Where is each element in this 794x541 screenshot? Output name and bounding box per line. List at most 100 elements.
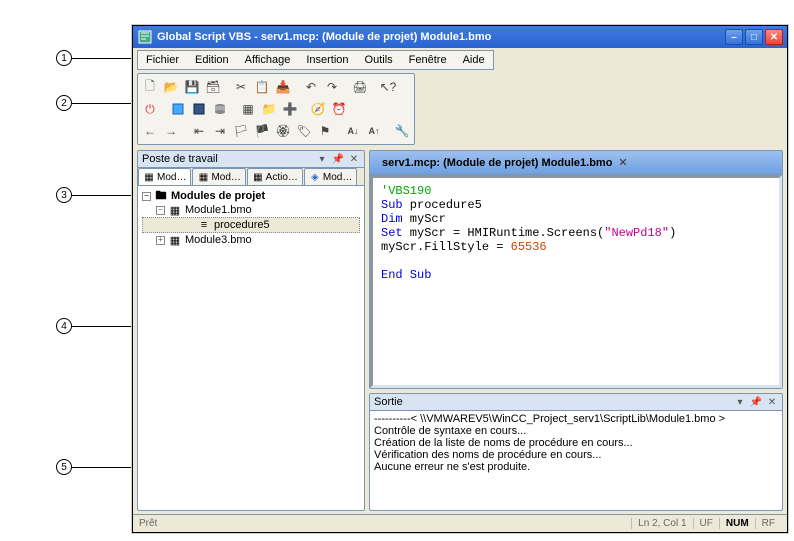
tree-root[interactable]: − 🖿 Modules de projet [142, 189, 360, 203]
workspace-title-label: Poste de travail [142, 153, 218, 165]
status-rf: RF [755, 518, 781, 529]
ab2-icon[interactable]: A↑ [364, 121, 384, 141]
workspace-tabs: ▦Mod… ▦Mod… ▦Actio… ◈Mod… [138, 168, 364, 186]
menu-edit[interactable]: Edition [187, 52, 237, 68]
compass-icon[interactable]: 🧭 [308, 99, 328, 119]
app-window: Global Script VBS - serv1.mcp: (Module d… [132, 25, 788, 533]
module-icon: ▦ [168, 204, 182, 216]
db-icon[interactable] [210, 99, 230, 119]
output-title: Sortie ▾ 📌 ✕ [370, 394, 782, 411]
status-ready: Prêt [139, 518, 157, 529]
toolbar-row-1: 🗋 📂 💾 🗃 ✂ 📋 📥 ↶ ↷ 🖨 ↖? [140, 76, 412, 98]
module-icon: ▦ [168, 234, 182, 246]
flag-c-icon[interactable]: 🏵 [273, 121, 293, 141]
tab-mod-2[interactable]: ▦Mod… [192, 168, 245, 185]
table-icon[interactable]: ▦ [238, 99, 258, 119]
editor-tab-label: serv1.mcp: (Module de projet) Module1.bm… [382, 157, 612, 169]
code-line: ) [669, 226, 676, 240]
menu-insert[interactable]: Insertion [298, 52, 356, 68]
tab-mod-3[interactable]: ◈Mod… [304, 168, 357, 185]
copy-icon[interactable]: 📋 [252, 77, 272, 97]
tree-collapse-icon[interactable]: − [156, 206, 165, 215]
tree-item-procedure5[interactable]: ≡ procedure5 [142, 217, 360, 233]
new-icon[interactable]: 🗋 [140, 77, 160, 97]
open-icon[interactable]: 📂 [161, 77, 181, 97]
tree-item-module1[interactable]: − ▦ Module1.bmo [142, 203, 360, 217]
help-cursor-icon[interactable]: ↖? [378, 77, 398, 97]
cut-icon[interactable]: ✂ [231, 77, 251, 97]
exit-icon[interactable]: ⏻ [140, 99, 160, 119]
dropdown-icon[interactable]: ▾ [734, 396, 746, 408]
flag-a-icon[interactable]: 🏳 [231, 121, 251, 141]
output-line: Contrôle de syntaxe en cours... [374, 425, 526, 437]
save-icon[interactable]: 💾 [182, 77, 202, 97]
ab1-icon[interactable]: A↓ [343, 121, 363, 141]
callout-1: 1 [56, 50, 72, 66]
tree-item-module3[interactable]: + ▦ Module3.bmo [142, 233, 360, 247]
menu-window[interactable]: Fenêtre [401, 52, 455, 68]
menu-tools[interactable]: Outils [357, 52, 401, 68]
toolbar-row-2: ⏻ ▦ 📁 ➕ 🧭 ⏰ [140, 98, 412, 120]
arrow-left-icon[interactable]: ← [140, 121, 160, 141]
close-button[interactable]: ✕ [765, 29, 783, 45]
statusbar: Prêt Ln 2, Col 1 UF NUM RF [133, 514, 787, 532]
tree-collapse-icon[interactable]: − [142, 192, 151, 201]
folder-plus-icon[interactable]: ➕ [280, 99, 300, 119]
output-line: Aucune erreur ne s'est produite. [374, 461, 530, 473]
output-line: Création de la liste de noms de procédur… [374, 437, 633, 449]
tab-actions[interactable]: ▦Actio… [247, 168, 303, 185]
status-num: NUM [719, 518, 755, 529]
outdent-icon[interactable]: ⇤ [189, 121, 209, 141]
flag-b-icon[interactable]: 🏴 [252, 121, 272, 141]
save-all-icon[interactable]: 🗃 [203, 77, 223, 97]
code-line: "NewPd18" [604, 226, 669, 240]
box-blue-icon[interactable] [168, 99, 188, 119]
undo-icon[interactable]: ↶ [301, 77, 321, 97]
arrow-right-icon[interactable]: → [161, 121, 181, 141]
clock-icon[interactable]: ⏰ [329, 99, 349, 119]
indent-icon[interactable]: ⇥ [210, 121, 230, 141]
dropdown-icon[interactable]: ▾ [316, 153, 328, 165]
status-position: Ln 2, Col 1 [631, 518, 692, 529]
tree-expand-icon[interactable]: + [156, 236, 165, 245]
flag-e-icon[interactable]: ⚑ [315, 121, 335, 141]
output-panel: Sortie ▾ 📌 ✕ ----------< \\VMWAREV5\WinC… [369, 393, 783, 511]
editor-tab[interactable]: serv1.mcp: (Module de projet) Module1.bm… [376, 154, 634, 171]
pin-icon[interactable]: 📌 [750, 396, 762, 408]
wrench-icon[interactable]: 🔧 [392, 121, 412, 141]
paste-icon[interactable]: 📥 [273, 77, 293, 97]
output-line: Vérification des noms de procédure en co… [374, 449, 601, 461]
callout-3: 3 [56, 187, 72, 203]
panel-close-icon[interactable]: ✕ [766, 396, 778, 408]
box-dark-icon[interactable] [189, 99, 209, 119]
flag-d-icon[interactable]: 🏷 [294, 121, 314, 141]
maximize-button[interactable]: □ [745, 29, 763, 45]
code-line: procedure5 [403, 198, 482, 212]
status-uf: UF [693, 518, 719, 529]
workspace-title: Poste de travail ▾ 📌 ✕ [138, 151, 364, 168]
folder-open-icon: 🖿 [154, 190, 168, 202]
code-line: myScr.FillStyle = [381, 240, 511, 254]
toolbar-container: 🗋 📂 💾 🗃 ✂ 📋 📥 ↶ ↷ 🖨 ↖? ⏻ ▦ 📁 ➕ [137, 73, 415, 145]
code-line: Sub [381, 198, 403, 212]
code-line: 'VBS190 [381, 184, 431, 198]
folder-icon[interactable]: 📁 [259, 99, 279, 119]
panel-close-icon[interactable]: ✕ [348, 153, 360, 165]
menu-view[interactable]: Affichage [237, 52, 299, 68]
code-editor[interactable]: 'VBS190 Sub procedure5 Dim myScr Set myS… [370, 175, 782, 388]
menu-help[interactable]: Aide [455, 52, 493, 68]
output-body[interactable]: ----------< \\VMWAREV5\WinCC_Project_ser… [370, 411, 782, 510]
menubar: Fichier Edition Affichage Insertion Outi… [137, 50, 494, 70]
code-line: End Sub [381, 268, 431, 282]
redo-icon[interactable]: ↷ [322, 77, 342, 97]
toolbar-row-3: ← → ⇤ ⇥ 🏳 🏴 🏵 🏷 ⚑ A↓ A↑ 🔧 [140, 120, 412, 142]
callout-line [72, 58, 136, 59]
menu-file[interactable]: Fichier [138, 52, 187, 68]
window-title: Global Script VBS - serv1.mcp: (Module d… [157, 31, 491, 43]
minimize-button[interactable]: – [725, 29, 743, 45]
pin-icon[interactable]: 📌 [332, 153, 344, 165]
code-line: Dim [381, 212, 403, 226]
tab-mod-1[interactable]: ▦Mod… [138, 168, 191, 185]
editor-tab-close-icon[interactable]: ✕ [618, 156, 627, 169]
print-icon[interactable]: 🖨 [350, 77, 370, 97]
